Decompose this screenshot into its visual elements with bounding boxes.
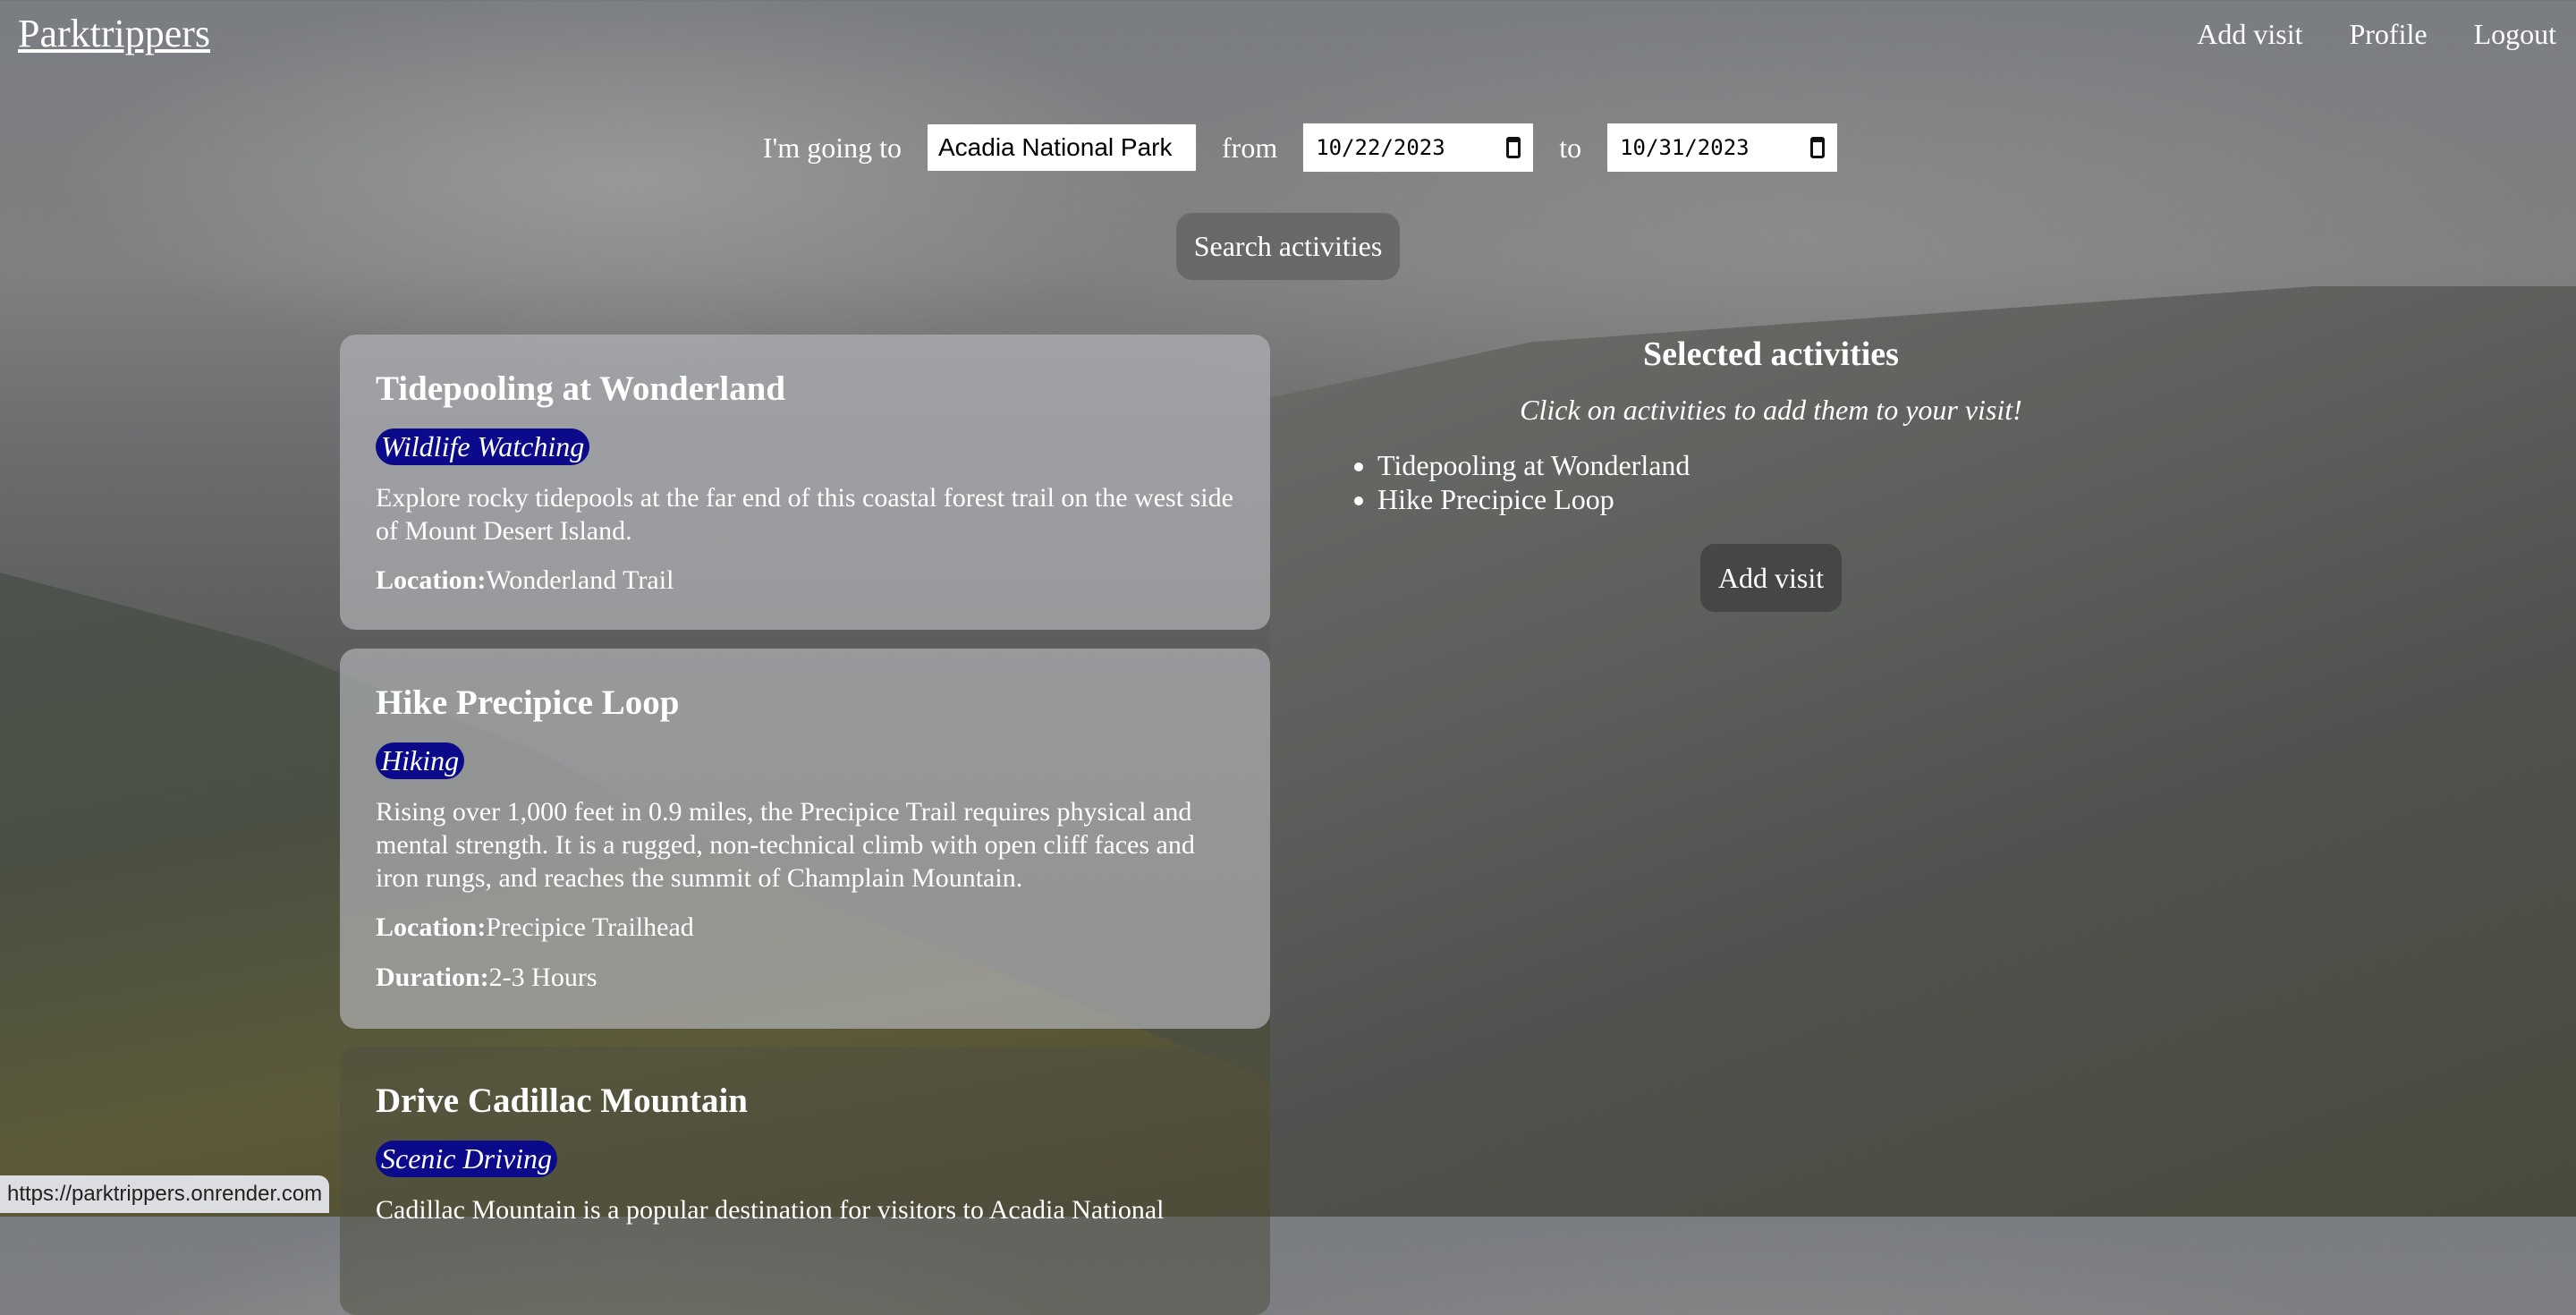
category-badge: Wildlife Watching xyxy=(376,428,590,465)
selected-item: Tidepooling at Wonderland xyxy=(1377,448,2218,482)
activity-description: Explore rocky tidepools at the far end o… xyxy=(376,483,1233,546)
add-visit-button[interactable]: Add visit xyxy=(1700,544,1842,612)
activity-duration: Duration:2-3 Hours xyxy=(376,963,1234,993)
from-date-input[interactable]: 10/22/2023 xyxy=(1302,123,1535,173)
activity-card[interactable]: Hike Precipice Loop Hiking Rising over 1… xyxy=(340,649,1270,1029)
brand-link[interactable]: Parktrippers xyxy=(18,11,210,56)
nav-links: Add visit Profile Logout xyxy=(2197,18,2556,51)
location-label: Location: xyxy=(376,912,487,942)
selected-title: Selected activities xyxy=(1643,335,1899,373)
to-date-input[interactable]: 10/31/2023 xyxy=(1606,123,1839,173)
nav-profile-link[interactable]: Profile xyxy=(2349,18,2427,51)
activity-location: Location:Wonderland Trail xyxy=(376,565,1234,596)
search-activities-button[interactable]: Search activities xyxy=(1176,213,1400,280)
selected-list: Tidepooling at Wonderland Hike Precipice… xyxy=(1324,448,2218,516)
selected-hint: Click on activities to add them to your … xyxy=(1520,394,2022,426)
search-form: I'm going to from 10/22/2023 to 10/31/20… xyxy=(0,123,2576,173)
duration-label: Duration: xyxy=(376,963,489,992)
activity-title: Hike Precipice Loop xyxy=(376,683,680,722)
selected-activities-panel: Selected activities Click on activities … xyxy=(1324,331,2218,516)
activity-card[interactable]: Tidepooling at Wonderland Wildlife Watch… xyxy=(340,335,1270,630)
to-label: to xyxy=(1559,131,1582,164)
activity-card[interactable]: Drive Cadillac Mountain Scenic Driving C… xyxy=(340,1047,1270,1315)
nav-add-visit-link[interactable]: Add visit xyxy=(2197,18,2302,51)
selected-item: Hike Precipice Loop xyxy=(1377,482,2218,516)
category-badge: Hiking xyxy=(376,742,465,779)
activity-title: Drive Cadillac Mountain xyxy=(376,1082,748,1120)
category-badge: Scenic Driving xyxy=(376,1141,558,1177)
calendar-icon[interactable] xyxy=(1506,137,1521,158)
activity-title: Tidepooling at Wonderland xyxy=(376,369,786,408)
calendar-icon[interactable] xyxy=(1810,137,1826,158)
from-label: from xyxy=(1222,131,1278,164)
going-label: I'm going to xyxy=(762,131,902,164)
location-value: Precipice Trailhead xyxy=(486,912,694,942)
top-nav: Parktrippers Add visit Profile Logout xyxy=(0,0,2576,75)
activity-description: Cadillac Mountain is a popular destinati… xyxy=(376,1195,1165,1225)
duration-value: 2-3 Hours xyxy=(488,963,597,992)
status-bar-url: https://parktrippers.onrender.com xyxy=(0,1175,330,1213)
to-date-value: 10/31/2023 xyxy=(1620,135,1750,160)
from-date-value: 10/22/2023 xyxy=(1316,135,1445,160)
location-value: Wonderland Trail xyxy=(486,565,674,595)
nav-logout-link[interactable]: Logout xyxy=(2474,18,2556,51)
activity-location: Location:Precipice Trailhead xyxy=(376,912,1234,943)
activity-description: Rising over 1,000 feet in 0.9 miles, the… xyxy=(376,797,1195,893)
park-input[interactable] xyxy=(927,123,1197,172)
location-label: Location: xyxy=(376,565,487,595)
